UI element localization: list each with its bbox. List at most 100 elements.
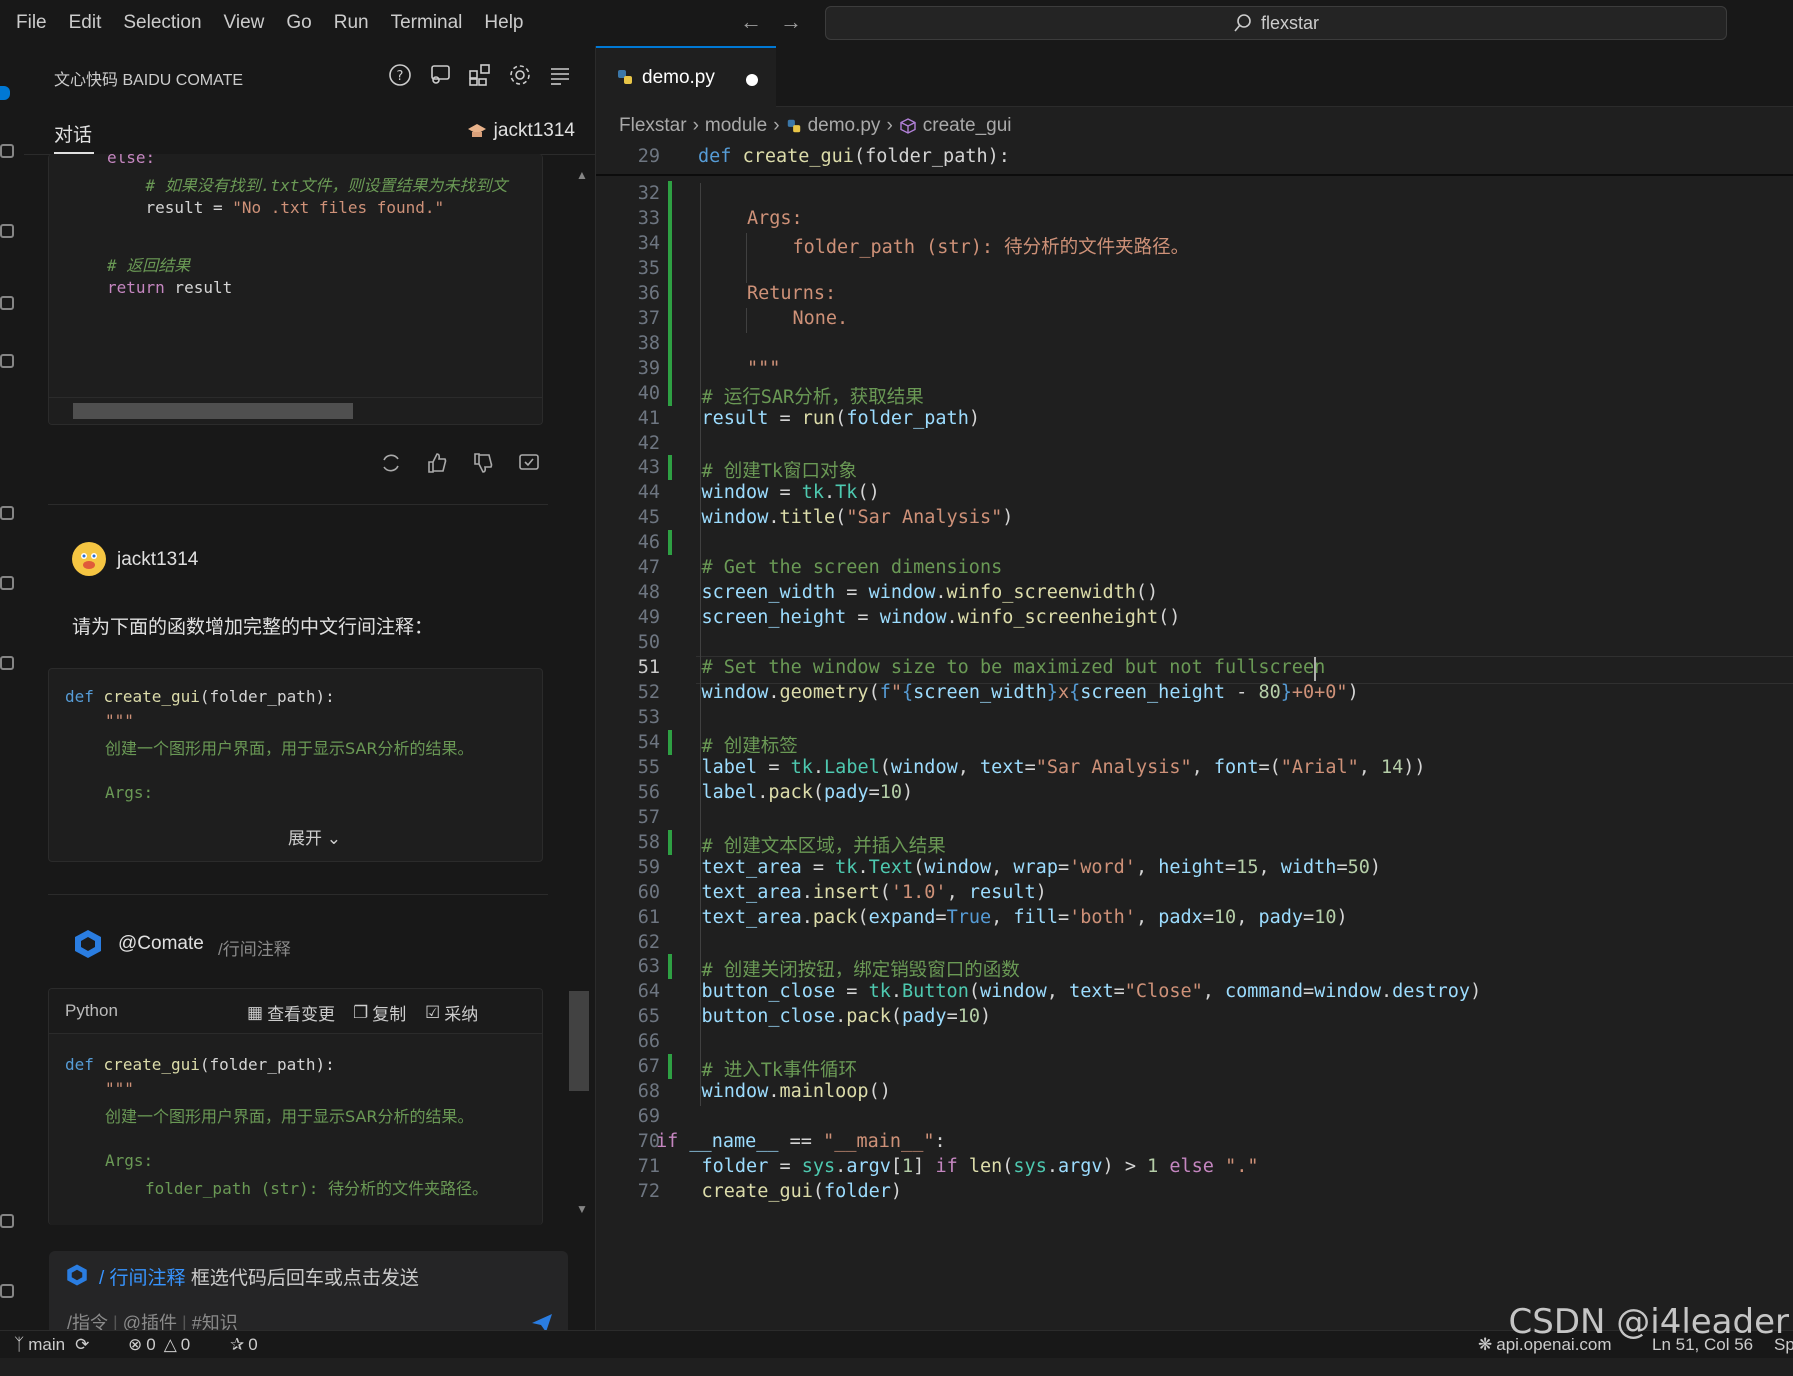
method-cube-icon [900,118,916,134]
tab-demo-py[interactable]: demo.py [596,46,776,108]
menu-file[interactable]: File [0,0,58,46]
settings-gear-icon[interactable] [507,62,533,88]
menu-view[interactable]: View [213,0,276,46]
code-editor[interactable]: 29 def create_gui(folder_path): 32 33 Args… [596,146,1793,1376]
git-added-gutter-mark[interactable] [668,455,672,481]
scroll-thumb[interactable] [73,403,353,419]
code-line[interactable]: window.title("Sar Analysis") [702,507,1014,528]
code-line[interactable]: # Set the window size to be maximized bu… [702,657,1326,678]
code-line[interactable]: # 运行SAR分析，获取结果 [702,383,924,409]
menu-help[interactable]: Help [473,0,534,46]
code-line[interactable]: Returns: [747,283,836,304]
editor-tabbar: demo.py [596,46,1793,108]
remote-icon[interactable] [0,576,14,590]
view-changes-button[interactable]: ▦ 查看变更 [247,1000,335,1025]
account-icon[interactable] [0,1214,14,1228]
run-debug-icon[interactable] [0,354,14,368]
code-line[interactable]: folder_path (str): 待分析的文件夹路径。 [793,233,1190,259]
code-line[interactable]: # 创建标签 [702,732,798,758]
user-cap-icon [467,124,486,137]
code-line[interactable]: # 进入Tk事件循环 [702,1056,858,1082]
menu-go[interactable]: Go [275,0,322,46]
code-line[interactable]: button_close.pack(pady=10) [702,1006,992,1027]
command-center-search[interactable]: flexstar [825,6,1727,40]
scroll-down-arrow-icon[interactable]: ▼ [576,1202,588,1216]
code-line[interactable]: screen_height = window.winfo_screenheigh… [702,607,1181,628]
code-line[interactable]: result = run(folder_path) [702,408,980,429]
git-added-gutter-mark[interactable] [668,1054,672,1080]
git-added-gutter-mark[interactable] [668,954,672,980]
code-line[interactable]: button_close = tk.Button(window, text="C… [702,981,1482,1002]
code-line[interactable]: screen_width = window.winfo_screenwidth(… [702,582,1159,603]
sidebar-actions: ? [387,62,573,88]
line-number: 71 [637,1156,660,1178]
expand-button[interactable]: 展开 ⌄ [288,824,341,849]
feedback-actions [378,450,542,476]
menu-terminal[interactable]: Terminal [380,0,474,46]
forward-arrow-icon[interactable]: → [780,9,802,35]
code-line[interactable]: # 创建关闭按钮，绑定销毁窗口的函数 [702,956,1020,982]
code-line[interactable]: window.mainloop() [702,1081,891,1102]
code-line[interactable]: if __name__ == "__main__": [656,1131,946,1152]
code-line[interactable]: # 创建Tk窗口对象 [702,457,858,483]
regenerate-icon[interactable] [378,450,404,476]
back-arrow-icon[interactable]: ← [740,9,762,35]
menu-run[interactable]: Run [323,0,380,46]
code-line: return result [107,278,233,297]
feedback-user-icon[interactable] [427,62,453,88]
git-added-gutter-mark[interactable] [668,729,672,755]
breadcrumb-item[interactable]: create_gui [923,115,1012,137]
thumbs-down-icon[interactable] [470,450,496,476]
breadcrumb-item[interactable]: module [705,115,767,137]
vertical-scrollbar-thumb[interactable] [569,991,589,1091]
copy-button[interactable]: ❐ 复制 [353,1000,406,1025]
code-line[interactable]: folder = sys.argv[1] if len(sys.argv) > … [702,1156,1259,1177]
code-line[interactable]: # Get the screen dimensions [702,557,1003,578]
menu-selection[interactable]: Selection [112,0,212,46]
code-line[interactable]: text_area = tk.Text(window, wrap='word',… [702,857,1382,878]
python-file-icon [618,70,632,84]
ports-status[interactable]: ✰ 0 [230,1335,258,1355]
problems-status[interactable]: ⊗ 0 △ 0 [128,1335,190,1355]
comate-icon[interactable] [0,656,14,670]
user-name: jackt1314 [493,120,575,141]
breadcrumb-item[interactable]: demo.py [808,115,881,137]
adopt-button[interactable]: ☑ 采纳 [425,1000,478,1025]
code-line[interactable]: """ [747,358,780,379]
user-badge[interactable]: jackt1314 [466,120,575,142]
breadcrumb-item[interactable]: Flexstar [619,115,687,137]
horizontal-scrollbar[interactable] [49,397,542,424]
plugin-grid-icon[interactable] [467,62,493,88]
code-line[interactable]: window.geometry(f"{screen_width}x{screen… [702,682,1359,703]
line-number: 46 [637,532,660,554]
code-line[interactable]: create_gui(folder) [702,1181,903,1202]
manage-gear-icon[interactable] [0,1284,14,1298]
report-issue-icon[interactable] [516,450,542,476]
git-added-gutter-mark[interactable] [668,530,672,556]
git-added-gutter-mark[interactable] [668,829,672,855]
code-line[interactable]: label = tk.Label(window, text="Sar Analy… [702,757,1426,778]
code-line: # 返回结果 [107,256,191,275]
explorer-icon[interactable] [0,144,14,158]
more-menu-icon[interactable] [547,62,573,88]
sticky-scroll-line[interactable]: def create_gui(folder_path): [698,146,1010,167]
git-added-gutter-mark[interactable] [668,181,672,406]
comate-logo-icon [72,928,104,965]
tab-chat[interactable]: 对话 [54,120,92,147]
code-line[interactable]: None. [793,308,849,329]
unsaved-dot-icon[interactable] [746,74,758,86]
help-icon[interactable]: ? [387,62,413,88]
code-line[interactable]: # 创建文本区域，并插入结果 [702,832,946,858]
scroll-up-arrow-icon[interactable]: ▲ [576,168,588,182]
code-line[interactable]: window = tk.Tk() [702,482,880,503]
extensions-icon[interactable] [0,506,14,520]
code-line[interactable]: text_area.pack(expand=True, fill='both',… [702,907,1348,928]
code-line[interactable]: text_area.insert('1.0', result) [702,882,1047,903]
source-control-icon[interactable] [0,296,14,310]
menu-edit[interactable]: Edit [58,0,113,46]
thumbs-up-icon[interactable] [424,450,450,476]
code-line[interactable]: Args: [747,208,803,229]
git-branch-status[interactable]: ᛉ main ⟳ [14,1335,89,1355]
code-line[interactable]: label.pack(pady=10) [702,782,914,803]
search-view-icon[interactable] [0,224,14,238]
